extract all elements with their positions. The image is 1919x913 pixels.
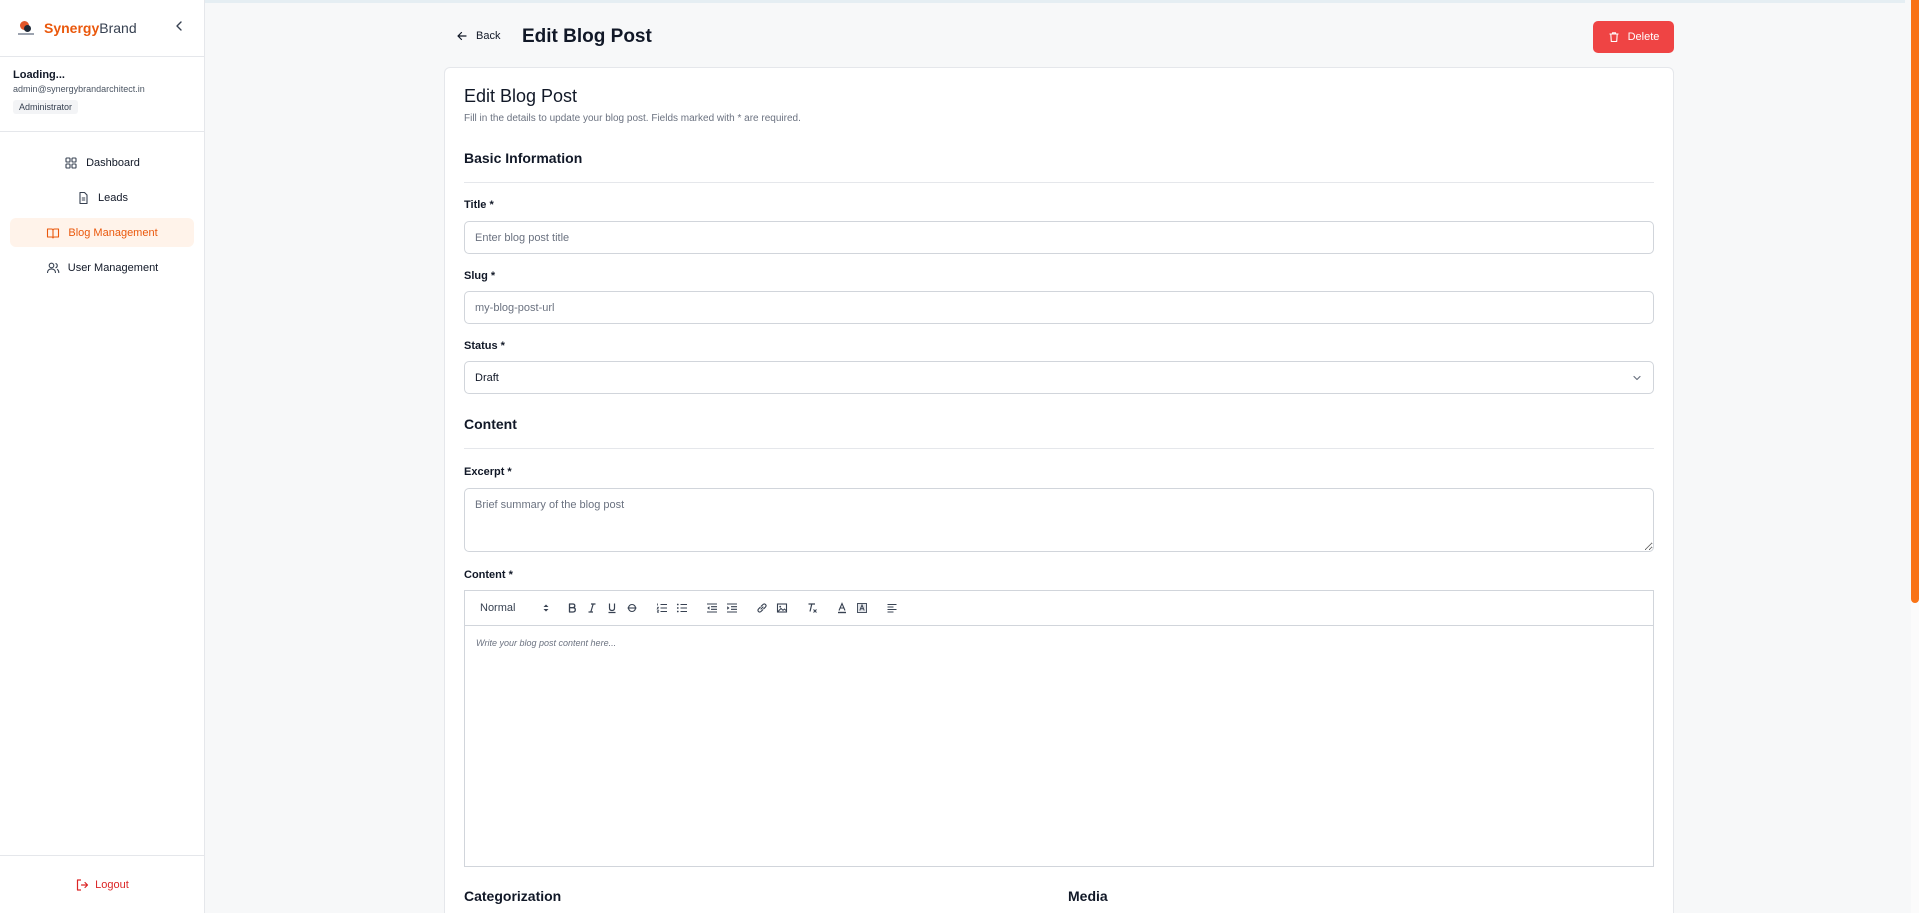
user-email: admin@synergybrandarchitect.in — [13, 84, 145, 94]
form-subtitle: Fill in the details to update your blog … — [464, 113, 801, 124]
user-profile: Loading... admin@synergybrandarchitect.i… — [0, 57, 204, 132]
delete-button[interactable]: Delete — [1593, 21, 1674, 53]
delete-label: Delete — [1627, 31, 1660, 43]
back-label: Back — [476, 30, 501, 42]
title-input[interactable] — [464, 221, 1654, 254]
logout-icon — [75, 878, 89, 892]
user-name: Loading... — [13, 69, 65, 81]
ordered-list-icon[interactable] — [652, 598, 672, 618]
excerpt-textarea[interactable] — [464, 488, 1654, 552]
bullet-list-icon[interactable] — [672, 598, 692, 618]
indent-icon[interactable] — [722, 598, 742, 618]
link-icon[interactable] — [752, 598, 772, 618]
status-select[interactable]: Draft — [464, 361, 1654, 394]
section-media: Media — [1068, 888, 1108, 904]
chevron-left-icon — [176, 21, 182, 31]
slug-label: Slug * — [464, 270, 496, 282]
divider — [464, 182, 1654, 183]
brand: SynergyBrand — [0, 0, 204, 57]
title-label: Title * — [464, 199, 494, 211]
section-categorization: Categorization — [464, 888, 562, 904]
strikethrough-icon[interactable] — [622, 598, 642, 618]
sidebar-item-label: Leads — [98, 191, 128, 204]
file-icon — [76, 191, 90, 205]
sidebar-item-label: Blog Management — [68, 226, 158, 239]
arrow-left-icon — [456, 30, 468, 42]
page-title: Edit Blog Post — [522, 26, 652, 47]
grid-icon — [64, 156, 78, 170]
sidebar: SynergyBrand Loading... admin@synergybra… — [0, 0, 205, 913]
slug-input[interactable] — [464, 291, 1654, 324]
image-icon[interactable] — [772, 598, 792, 618]
section-content: Content — [464, 416, 517, 432]
logout-label: Logout — [95, 878, 129, 891]
italic-icon[interactable] — [582, 598, 602, 618]
back-button[interactable]: Back — [456, 30, 500, 42]
role-badge: Administrator — [13, 100, 79, 114]
form-title: Edit Blog Post — [464, 86, 578, 106]
underline-icon[interactable] — [602, 598, 622, 618]
sidebar-item-user-management[interactable]: User Management — [10, 253, 194, 282]
page-header: Back Edit Blog Post Delete — [445, 20, 1674, 54]
clear-format-icon[interactable] — [802, 598, 822, 618]
scrollbar-thumb[interactable] — [1911, 0, 1919, 603]
sort-arrows-icon — [543, 604, 549, 612]
align-left-icon[interactable] — [882, 598, 902, 618]
rich-text-editor: Normal Write your blog post content here… — [464, 590, 1654, 867]
editor-content-area[interactable]: Write your blog post content here... — [465, 626, 1653, 660]
brand-name: SynergyBrand — [44, 20, 137, 36]
sidebar-item-label: User Management — [67, 261, 159, 274]
background-color-icon[interactable] — [852, 598, 872, 618]
section-basic-information: Basic Information — [464, 150, 583, 166]
trash-icon — [1608, 31, 1620, 43]
editor-toolbar: Normal — [465, 591, 1653, 626]
sidebar-nav: Dashboard Leads Blog Management User Man… — [0, 132, 204, 282]
brand-logo-icon — [18, 20, 34, 36]
book-icon — [46, 226, 60, 240]
heading-select[interactable]: Normal — [480, 602, 550, 614]
heading-select-value: Normal — [480, 602, 516, 614]
excerpt-label: Excerpt * — [464, 466, 512, 478]
outdent-icon[interactable] — [702, 598, 722, 618]
top-border — [205, 0, 1905, 3]
editor-placeholder: Write your blog post content here... — [476, 638, 617, 648]
collapse-sidebar-button[interactable] — [172, 19, 186, 33]
sidebar-item-dashboard[interactable]: Dashboard — [10, 148, 194, 177]
status-label: Status * — [464, 340, 505, 352]
sidebar-item-label: Dashboard — [86, 156, 140, 169]
bold-icon[interactable] — [562, 598, 582, 618]
edit-form-card: Edit Blog Post Fill in the details to up… — [444, 67, 1674, 913]
content-label: Content * — [464, 569, 513, 581]
sidebar-item-leads[interactable]: Leads — [10, 183, 194, 212]
text-color-icon[interactable] — [832, 598, 852, 618]
chevron-down-icon — [1631, 372, 1643, 384]
users-icon — [46, 261, 60, 275]
divider — [464, 448, 1654, 449]
logout-button[interactable]: Logout — [0, 855, 204, 913]
sidebar-item-blog-management[interactable]: Blog Management — [10, 218, 194, 247]
status-value: Draft — [475, 371, 499, 384]
